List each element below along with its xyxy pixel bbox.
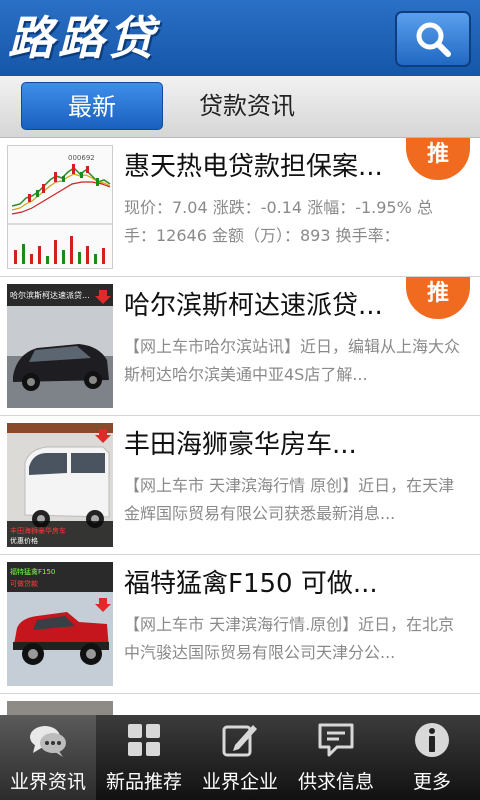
nav-industry-news[interactable]: 业界资讯: [0, 715, 96, 800]
list-item[interactable]: 哈尔滨斯柯达速派贷... 哈尔滨斯柯达速派贷... 【网上车市哈尔滨站讯】近日，…: [0, 277, 480, 416]
tab-loan-news[interactable]: 贷款资讯: [176, 82, 318, 130]
item-summary: 【网上车市 天津滨海行情 原创】近日，在天津金辉国际贸易有限公司获悉最新消息..…: [124, 476, 455, 523]
nav-label: 新品推荐: [105, 771, 182, 793]
nav-label: 更多: [412, 771, 451, 793]
recommend-badge: 推: [406, 138, 470, 180]
nav-industry-companies[interactable]: 业界企业: [192, 715, 288, 800]
svg-text:哈尔滨斯柯达速派贷...: 哈尔滨斯柯达速派贷...: [10, 290, 90, 300]
item-title: 福特猛禽F150 可做...: [124, 569, 378, 599]
svg-text:福特猛禽F150: 福特猛禽F150: [10, 567, 55, 576]
svg-text:000692: 000692: [68, 154, 95, 162]
nav-label: 供求信息: [297, 771, 374, 793]
message-icon: [318, 723, 354, 757]
stock-chart-thumbnail: 000692: [7, 145, 113, 269]
item-thumbnail: [7, 701, 113, 715]
list-item[interactable]: [0, 694, 480, 715]
nav-supply-demand[interactable]: 供求信息: [288, 715, 384, 800]
info-icon: [415, 723, 449, 757]
svg-text:丰田海狮豪华房车: 丰田海狮豪华房车: [10, 526, 66, 535]
list-item[interactable]: 000692 惠天热电贷款担保案... 现价：7.04 涨跌：-0.14 涨幅：…: [0, 138, 480, 277]
app-header: 路路贷: [0, 0, 480, 76]
app-logo: 路路贷: [8, 11, 158, 65]
nav-new-products[interactable]: 新品推荐: [96, 715, 192, 800]
news-list: 000692 惠天热电贷款担保案... 现价：7.04 涨跌：-0.14 涨幅：…: [0, 138, 480, 715]
svg-text:可做贷款: 可做贷款: [10, 579, 38, 588]
car-photo-thumbnail: 哈尔滨斯柯达速派贷...: [7, 284, 113, 408]
svg-text:优惠价格: 优惠价格: [10, 536, 38, 545]
search-icon: [416, 22, 451, 57]
chat-bubbles-icon: [30, 726, 66, 757]
nav-label: 业界企业: [201, 771, 278, 793]
van-photo-thumbnail: 丰田海狮豪华房车 优惠价格: [7, 423, 113, 547]
search-button[interactable]: [395, 11, 471, 67]
grid-icon: [128, 724, 160, 756]
recommend-badge: 推: [406, 277, 470, 319]
item-title: 哈尔滨斯柯达速派贷...: [124, 291, 383, 321]
list-item[interactable]: 丰田海狮豪华房车 优惠价格 丰田海狮豪华房车... 【网上车市 天津滨海行情 原…: [0, 416, 480, 555]
nav-more[interactable]: 更多: [384, 715, 480, 800]
edit-icon: [222, 725, 257, 757]
list-item[interactable]: 福特猛禽F150 可做贷款 福特猛禽F150 可做... 【网上车市 天津滨海行…: [0, 555, 480, 694]
nav-label: 业界资讯: [9, 771, 86, 793]
truck-photo-thumbnail: 福特猛禽F150 可做贷款: [7, 562, 113, 686]
tab-bar: 最新 贷款资讯: [0, 76, 480, 138]
item-summary: 现价：7.04 涨跌：-0.14 涨幅：-1.95% 总手：12646 金额（万…: [124, 198, 433, 245]
item-summary: 【网上车市哈尔滨站讯】近日，编辑从上海大众斯柯达哈尔滨美通中亚4S店了解...: [124, 337, 461, 384]
item-summary: 【网上车市 天津滨海行情.原创】近日，在北京中汽骏达国际贸易有限公司天津分公..…: [124, 615, 455, 662]
item-title: 丰田海狮豪华房车...: [124, 430, 357, 460]
item-title: 惠天热电贷款担保案...: [124, 152, 383, 182]
bottom-nav: 业界资讯 新品推荐 业界企业 供求信息 更多: [0, 715, 480, 800]
tab-latest[interactable]: 最新: [21, 82, 163, 130]
